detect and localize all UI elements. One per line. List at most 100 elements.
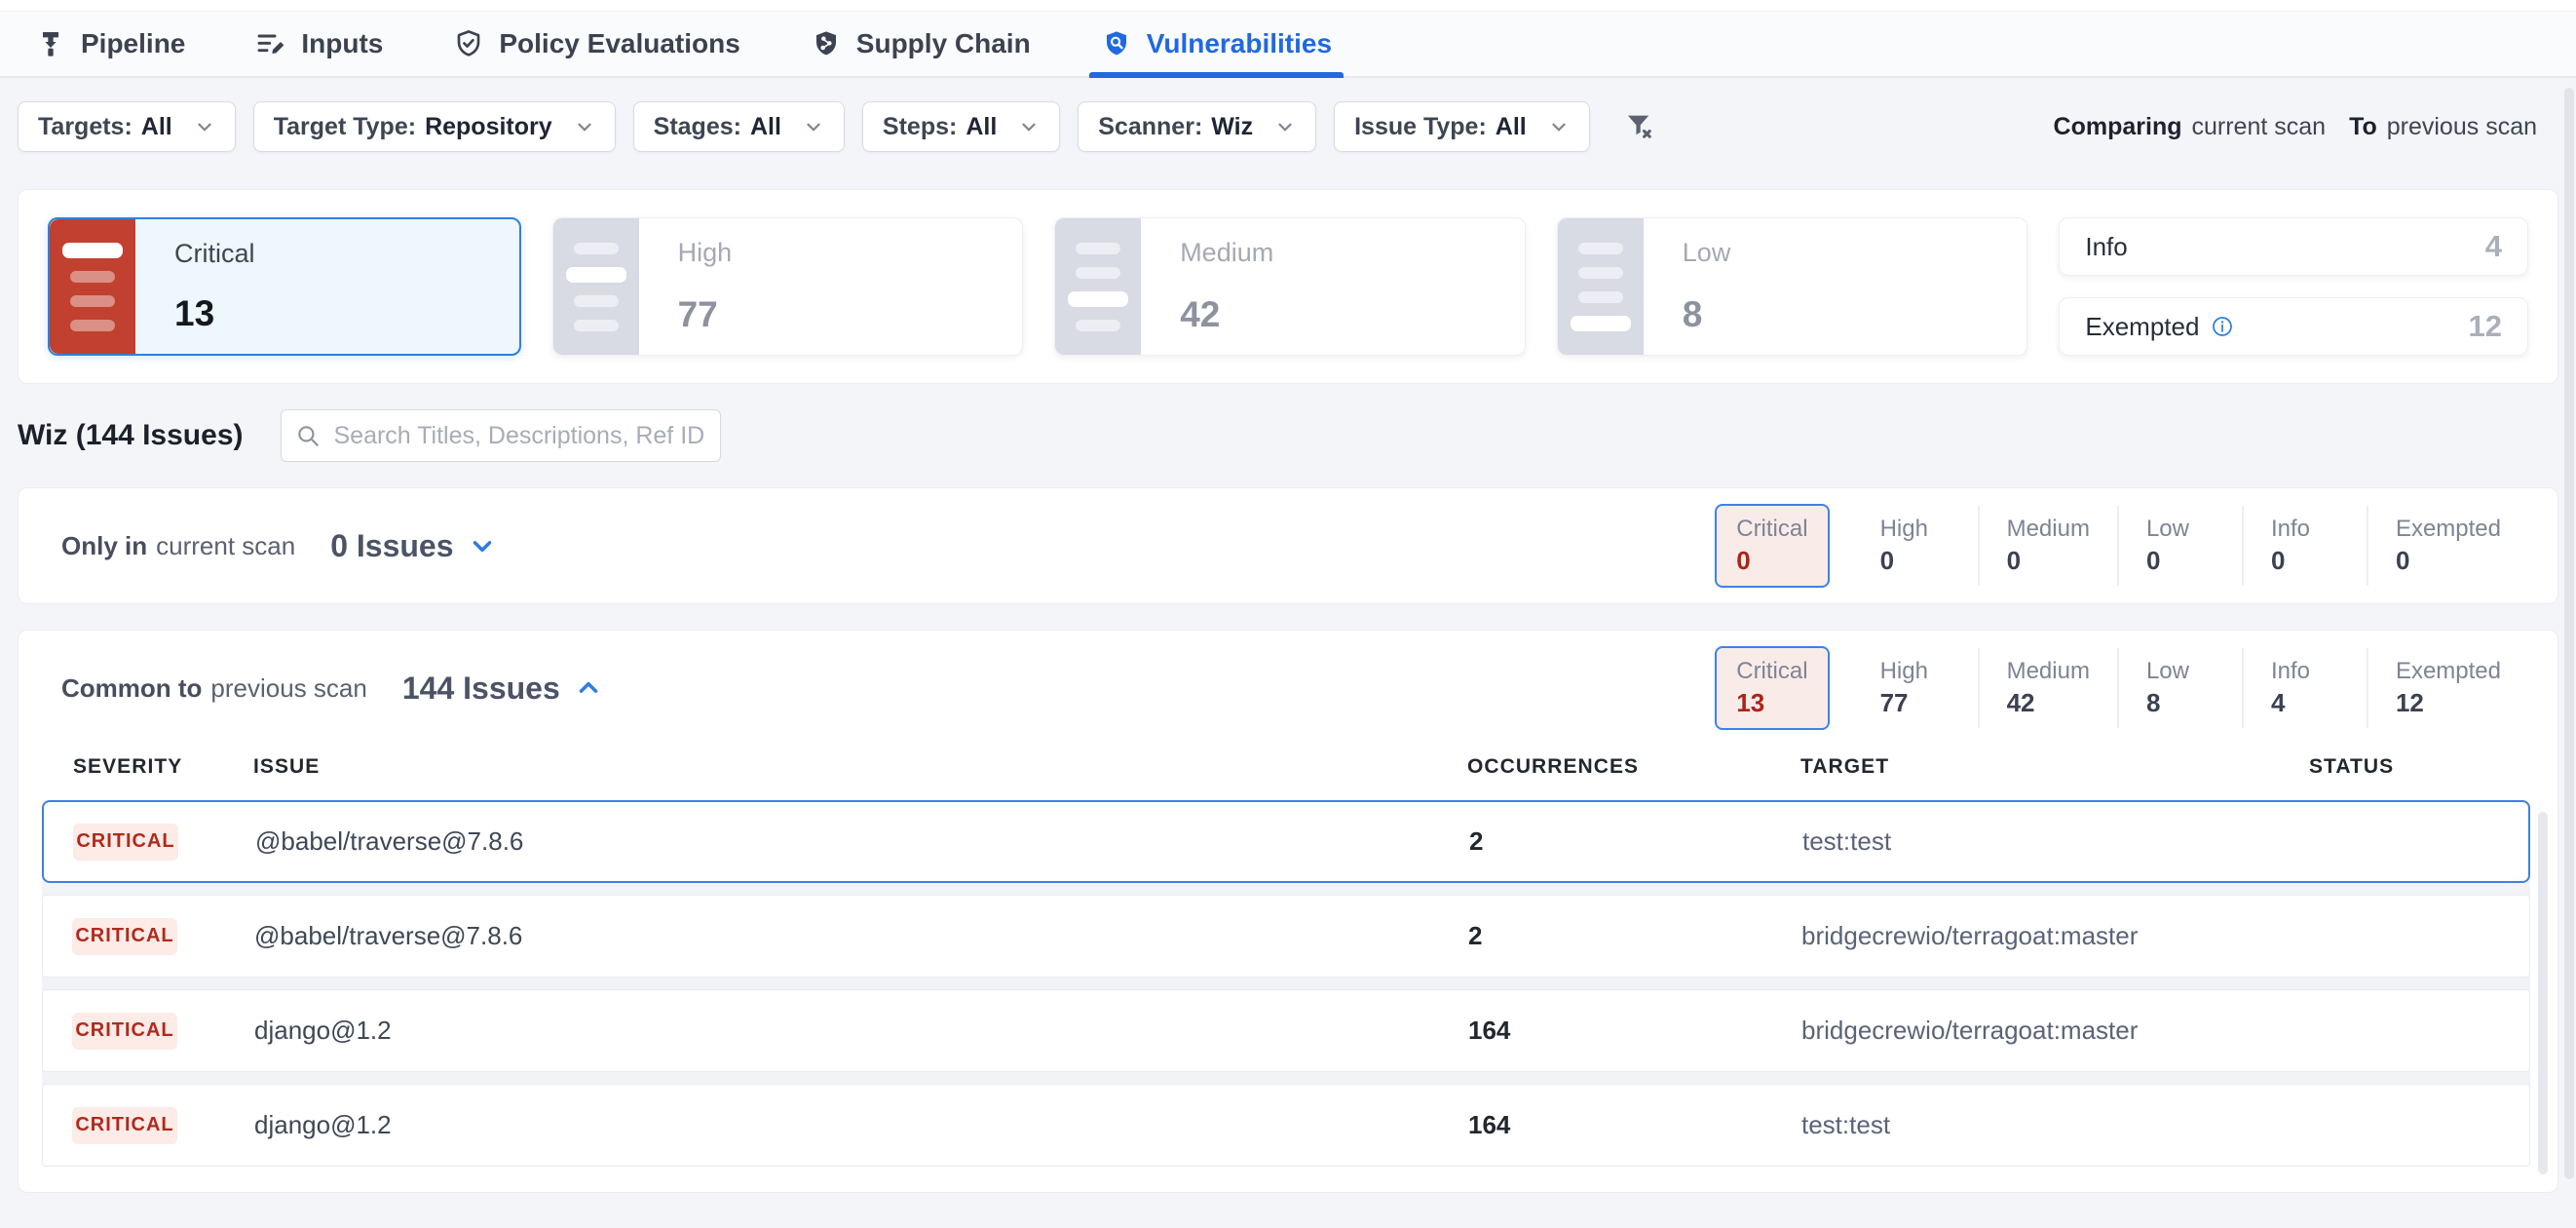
chip-exempted[interactable]: Exempted 12 xyxy=(2367,648,2528,728)
issue-cell: django@1.2 xyxy=(254,1110,1468,1140)
info-card-count: 4 xyxy=(2485,229,2502,264)
pipeline-icon xyxy=(35,28,66,59)
filter-steps[interactable]: Steps: All xyxy=(862,101,1060,152)
top-strip xyxy=(0,0,2576,12)
col-status: STATUS xyxy=(2309,755,2530,779)
issue-cell: @babel/traverse@7.8.6 xyxy=(255,826,1469,857)
severity-summary-panel: Critical 13 High 77 Medium 42 xyxy=(18,189,2558,384)
page: { "tabs": [ { "label": "Pipeline", "icon… xyxy=(0,0,2576,1228)
execution-tabs: Pipeline Inputs Policy Evaluations Suppl… xyxy=(0,12,2576,78)
filter-remove-icon xyxy=(1623,110,1656,143)
severity-level-icon xyxy=(1558,218,1644,355)
chip-medium[interactable]: Medium 0 xyxy=(1978,506,2117,586)
filter-targets[interactable]: Targets: All xyxy=(18,101,236,152)
target-cell: test:test xyxy=(1802,826,2311,857)
group-issues-toggle[interactable]: 0 Issues xyxy=(330,528,496,564)
chip-high[interactable]: High 77 xyxy=(1853,648,1978,728)
severity-card-count: 8 xyxy=(1683,294,1703,335)
issues-table: SEVERITY ISSUE OCCURRENCES TARGET STATUS… xyxy=(19,746,2557,1192)
chevron-down-icon xyxy=(1018,116,1040,137)
chip-exempted[interactable]: Exempted 0 xyxy=(2367,506,2528,586)
severity-card-high[interactable]: High 77 xyxy=(552,217,1024,356)
vulnerabilities-content: Critical 13 High 77 Medium 42 xyxy=(0,189,2576,1193)
exempted-card[interactable]: Exempted 12 xyxy=(2059,297,2528,356)
severity-card-label: Low xyxy=(1683,238,2027,268)
severity-badge: CRITICAL xyxy=(72,1107,177,1144)
chevron-down-icon xyxy=(468,531,497,560)
supply-chain-icon xyxy=(811,28,842,59)
page-scrollbar[interactable] xyxy=(2564,88,2574,1179)
table-row[interactable]: CRITICAL @babel/traverse@7.8.6 2 test:te… xyxy=(42,800,2530,883)
tab-policy-evaluations[interactable]: Policy Evaluations xyxy=(453,12,739,76)
group-issues-toggle[interactable]: 144 Issues xyxy=(402,671,603,707)
table-row[interactable]: CRITICAL @babel/traverse@7.8.6 2 bridgec… xyxy=(42,895,2530,978)
chip-low[interactable]: Low 0 xyxy=(2117,506,2242,586)
table-row[interactable]: CRITICAL django@1.2 164 bridgecrewio/ter… xyxy=(42,989,2530,1072)
info-card[interactable]: Info 4 xyxy=(2059,217,2528,276)
chip-info[interactable]: Info 4 xyxy=(2242,648,2367,728)
chip-critical[interactable]: Critical 0 xyxy=(1715,504,1829,588)
tab-pipeline[interactable]: Pipeline xyxy=(35,12,185,76)
filter-scanner[interactable]: Scanner: Wiz xyxy=(1078,101,1316,152)
info-icon xyxy=(2211,315,2234,338)
filter-target-type[interactable]: Target Type: Repository xyxy=(253,101,616,152)
group-only-in-current-scan: Only in current scan 0 Issues Critical 0… xyxy=(18,487,2558,604)
severity-card-count: 42 xyxy=(1180,294,1220,335)
tab-label: Supply Chain xyxy=(856,28,1031,59)
tab-supply-chain[interactable]: Supply Chain xyxy=(811,12,1031,76)
table-header: SEVERITY ISSUE OCCURRENCES TARGET STATUS xyxy=(42,746,2530,800)
severity-badge: CRITICAL xyxy=(73,824,178,861)
exempted-card-count: 12 xyxy=(2468,309,2501,344)
col-severity: SEVERITY xyxy=(42,755,253,779)
severity-badge: CRITICAL xyxy=(72,1013,177,1050)
target-cell: bridgecrewio/terragoat:master xyxy=(1801,1016,2310,1046)
group-common-to-previous-scan: Common to previous scan 144 Issues Criti… xyxy=(18,630,2558,1193)
severity-level-icon xyxy=(553,218,639,355)
tab-vulnerabilities[interactable]: Vulnerabilities xyxy=(1101,12,1332,76)
severity-level-icon xyxy=(1055,218,1141,355)
chip-info[interactable]: Info 0 xyxy=(2242,506,2367,586)
occurrences-cell: 164 xyxy=(1468,1110,1801,1140)
filter-stages[interactable]: Stages: All xyxy=(633,101,845,152)
policy-evaluations-icon xyxy=(453,28,484,59)
issue-cell: django@1.2 xyxy=(254,1016,1468,1046)
chevron-down-icon xyxy=(803,116,824,137)
severity-card-low[interactable]: Low 8 xyxy=(1557,217,2028,356)
col-issue: ISSUE xyxy=(253,755,1467,779)
clear-filters-button[interactable] xyxy=(1617,104,1662,149)
severity-card-label: Medium xyxy=(1180,238,1525,268)
table-scrollbar[interactable] xyxy=(2538,812,2548,1174)
search-input[interactable] xyxy=(332,421,706,451)
chip-critical[interactable]: Critical 13 xyxy=(1715,646,1829,730)
chevron-down-icon xyxy=(1274,116,1296,137)
severity-card-label: Critical xyxy=(174,239,519,269)
chevron-down-icon xyxy=(194,116,215,137)
occurrences-cell: 2 xyxy=(1469,826,1802,857)
severity-card-count: 13 xyxy=(174,293,214,334)
col-target: TARGET xyxy=(1800,755,2309,779)
chevron-down-icon xyxy=(574,116,595,137)
scanner-section-header: Wiz (144 Issues) xyxy=(18,384,2558,487)
col-occurrences: OCCURRENCES xyxy=(1467,755,1800,779)
chip-high[interactable]: High 0 xyxy=(1853,506,1978,586)
severity-card-count: 77 xyxy=(678,294,718,335)
chevron-down-icon xyxy=(1548,116,1570,137)
search-icon xyxy=(295,423,321,448)
tab-label: Vulnerabilities xyxy=(1147,28,1332,59)
severity-badge: CRITICAL xyxy=(72,918,177,955)
info-exempted-column: Info 4 Exempted 12 xyxy=(2059,217,2528,356)
target-cell: bridgecrewio/terragoat:master xyxy=(1801,921,2310,951)
severity-card-critical[interactable]: Critical 13 xyxy=(48,217,521,356)
issue-search xyxy=(281,409,721,462)
tab-inputs[interactable]: Inputs xyxy=(255,12,383,76)
group-scope: previous scan xyxy=(210,673,366,704)
chip-low[interactable]: Low 8 xyxy=(2117,648,2242,728)
occurrences-cell: 2 xyxy=(1468,921,1801,951)
filter-issue-type[interactable]: Issue Type: All xyxy=(1334,101,1590,152)
info-card-label: Info xyxy=(2085,232,2127,262)
exempted-card-label: Exempted xyxy=(2085,312,2199,342)
severity-card-medium[interactable]: Medium 42 xyxy=(1054,217,1526,356)
table-row[interactable]: CRITICAL django@1.2 164 test:test xyxy=(42,1084,2530,1167)
tab-label: Pipeline xyxy=(81,28,185,59)
chip-medium[interactable]: Medium 42 xyxy=(1978,648,2117,728)
